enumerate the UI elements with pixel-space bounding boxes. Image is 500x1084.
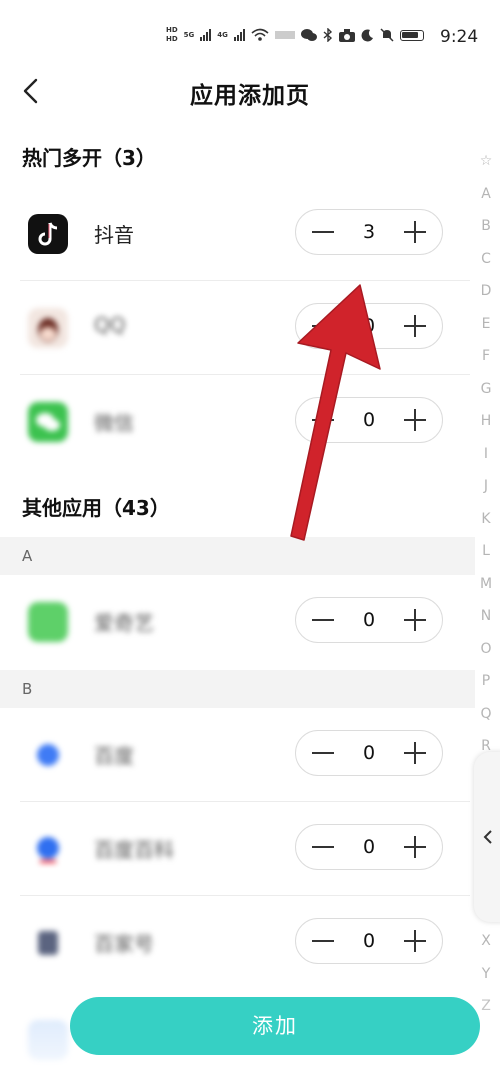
index-a[interactable]: A bbox=[476, 178, 496, 211]
app-row-baidu[interactable]: 百度 0 bbox=[0, 708, 470, 802]
index-e[interactable]: E bbox=[476, 308, 496, 341]
app-row-iqiyi[interactable]: 爱奇艺 0 bbox=[0, 575, 470, 669]
quantity-stepper: 0 bbox=[295, 824, 443, 870]
app-name: 百家号 bbox=[94, 932, 154, 956]
app-row-wechat[interactable]: 微信 0 bbox=[0, 375, 470, 469]
baijiahao-icon bbox=[28, 923, 68, 963]
bluetooth-icon bbox=[323, 28, 332, 42]
battery-icon bbox=[399, 29, 424, 41]
plus-button[interactable] bbox=[404, 409, 426, 431]
index-h[interactable]: H bbox=[476, 405, 496, 438]
hd2-label: HD bbox=[166, 35, 178, 43]
index-l[interactable]: L bbox=[476, 535, 496, 568]
side-panel-handle[interactable] bbox=[474, 752, 500, 922]
plus-button[interactable] bbox=[404, 221, 426, 243]
app-name: 爱奇艺 bbox=[94, 611, 154, 635]
wechat-app-icon bbox=[28, 402, 68, 442]
baidu-icon bbox=[28, 735, 68, 775]
app-row-baidu-baike[interactable]: 百度百科 0 bbox=[0, 802, 470, 896]
group-header-a: A bbox=[0, 537, 475, 575]
plus-button[interactable] bbox=[404, 836, 426, 858]
camera-icon bbox=[338, 28, 355, 42]
app-row-qq[interactable]: QQ 0 bbox=[0, 281, 470, 375]
mute-bell-icon bbox=[380, 28, 394, 42]
index-n[interactable]: N bbox=[476, 600, 496, 633]
index-x[interactable]: X bbox=[476, 925, 496, 958]
hd1-label: HD bbox=[166, 26, 178, 34]
quantity-stepper: 0 bbox=[295, 918, 443, 964]
status-icons: HD HD 5G 4G bbox=[166, 26, 424, 44]
network-type-1: 5G bbox=[183, 31, 195, 39]
other-section-title: 其他应用（43） bbox=[22, 496, 170, 520]
app-name: 微信 bbox=[94, 411, 134, 435]
plus-button[interactable] bbox=[404, 315, 426, 337]
app-name: 百度 bbox=[94, 744, 134, 768]
index-f[interactable]: F bbox=[476, 340, 496, 373]
index-star[interactable]: ☆ bbox=[476, 145, 496, 178]
index-i[interactable]: I bbox=[476, 438, 496, 471]
quantity-stepper: 3 bbox=[295, 209, 443, 255]
index-k[interactable]: K bbox=[476, 503, 496, 536]
index-m[interactable]: M bbox=[476, 568, 496, 601]
index-b[interactable]: B bbox=[476, 210, 496, 243]
hot-section-title: 热门多开（3） bbox=[22, 146, 156, 170]
quantity-stepper: 0 bbox=[295, 730, 443, 776]
page-title: 应用添加页 bbox=[190, 83, 310, 109]
qq-icon bbox=[28, 308, 68, 348]
add-button[interactable]: 添加 bbox=[70, 997, 480, 1055]
quantity-stepper: 0 bbox=[295, 303, 443, 349]
plus-button[interactable] bbox=[404, 930, 426, 952]
baidu-baike-icon bbox=[28, 829, 68, 869]
header: 应用添加页 bbox=[0, 62, 500, 122]
hd-indicator: HD HD bbox=[166, 26, 178, 44]
iqiyi-icon bbox=[28, 602, 68, 642]
signal-icon bbox=[200, 29, 212, 41]
wechat-icon bbox=[300, 29, 317, 41]
status-time: 9:24 bbox=[440, 27, 479, 47]
app-row-baijiahao[interactable]: 百家号 0 bbox=[0, 896, 470, 990]
plus-button[interactable] bbox=[404, 609, 426, 631]
group-letter: A bbox=[22, 547, 33, 565]
app-name: 抖音 bbox=[94, 223, 134, 247]
group-header-b: B bbox=[0, 670, 475, 708]
index-j[interactable]: J bbox=[476, 470, 496, 503]
chevron-left-icon bbox=[483, 830, 492, 844]
index-d[interactable]: D bbox=[476, 275, 496, 308]
quantity-stepper: 0 bbox=[295, 597, 443, 643]
index-c[interactable]: C bbox=[476, 243, 496, 276]
status-bar: HD HD 5G 4G 9:24 bbox=[0, 0, 500, 56]
index-o[interactable]: O bbox=[476, 633, 496, 666]
app-name: 百度百科 bbox=[94, 838, 174, 862]
data-speed-icon bbox=[274, 31, 295, 39]
index-g[interactable]: G bbox=[476, 373, 496, 406]
network-type-2: 4G bbox=[217, 31, 228, 39]
app-name: QQ bbox=[94, 313, 126, 337]
douyin-icon bbox=[28, 214, 68, 254]
index-q[interactable]: Q bbox=[476, 698, 496, 731]
plus-button[interactable] bbox=[404, 742, 426, 764]
app-row-douyin[interactable]: 抖音 3 bbox=[0, 187, 470, 281]
wifi-icon bbox=[251, 28, 269, 41]
quantity-stepper: 0 bbox=[295, 397, 443, 443]
group-letter: B bbox=[22, 680, 33, 698]
index-p[interactable]: P bbox=[476, 665, 496, 698]
signal-icon-2 bbox=[233, 29, 245, 41]
moon-icon bbox=[361, 28, 373, 41]
